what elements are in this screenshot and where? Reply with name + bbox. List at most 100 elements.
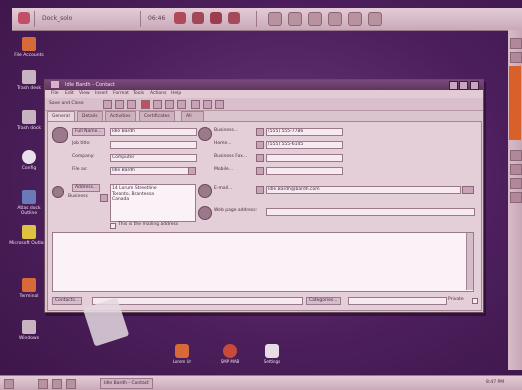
categories-field[interactable] <box>348 297 447 305</box>
business-phone-dropdown-icon[interactable] <box>256 128 264 136</box>
attach-icon[interactable] <box>127 100 136 109</box>
folder-icon[interactable] <box>210 12 222 24</box>
panel-icon[interactable] <box>510 38 522 49</box>
menu-edit[interactable]: Edit <box>65 90 74 98</box>
contacts-field[interactable] <box>92 297 303 305</box>
desktop-icon-windows[interactable]: Windows <box>9 320 49 341</box>
taskbar-item[interactable]: Idle Bardh - Contact <box>100 378 153 389</box>
save-icon[interactable] <box>103 100 112 109</box>
business-fax-field[interactable] <box>266 154 343 162</box>
next-icon[interactable] <box>203 100 212 109</box>
save-and-close-button[interactable]: Save and Close <box>49 101 84 107</box>
panel-icon[interactable] <box>510 178 522 189</box>
desktop-icon-outlook[interactable]: Microsoft Outlook <box>9 225 49 246</box>
menu-file[interactable]: File <box>51 90 59 98</box>
edit-icon[interactable] <box>348 12 362 26</box>
mobile-phone-dropdown-icon[interactable] <box>256 167 264 175</box>
menu-tools[interactable]: Tools <box>133 90 144 98</box>
panel-icon[interactable] <box>510 52 522 63</box>
forward-icon[interactable] <box>328 12 342 26</box>
app-icon <box>175 344 189 358</box>
address-type-dropdown-icon[interactable] <box>100 194 108 202</box>
business-phone-field[interactable]: (555) 555-7786 <box>266 128 343 136</box>
email-browse-icon[interactable] <box>462 186 474 194</box>
workspace-icon[interactable] <box>52 379 62 389</box>
notes-area[interactable] <box>52 232 474 292</box>
menu-icon[interactable] <box>18 12 30 24</box>
address-box[interactable]: 14 Lorum Streetline Toronto, Brantessa C… <box>110 184 196 222</box>
tab-details[interactable]: Details <box>77 111 103 121</box>
full-name-button[interactable]: Full Name... <box>72 128 105 136</box>
trash-icon <box>22 70 36 84</box>
flag-icon[interactable] <box>141 100 150 109</box>
company-field[interactable]: Computer <box>110 154 197 162</box>
contact-photo-icon[interactable] <box>52 127 68 143</box>
notes-scrollbar[interactable] <box>466 233 473 290</box>
network-icon <box>22 190 36 204</box>
email-field[interactable]: Idle.Bardh@bardh.com <box>266 186 461 194</box>
panel-label[interactable]: Dock_solo <box>42 12 72 25</box>
menu-actions[interactable]: Actions <box>150 90 166 98</box>
private-checkbox[interactable] <box>472 298 478 304</box>
menu-help[interactable]: Help <box>171 90 181 98</box>
document-icon[interactable] <box>228 12 240 24</box>
window-titlebar[interactable]: Idle Bardh - Contact <box>45 80 483 90</box>
desktop-icon-accounts[interactable]: File Accounts <box>9 37 49 58</box>
panel-icon[interactable] <box>510 150 522 161</box>
job-title-field[interactable] <box>110 141 197 149</box>
mobile-phone-field[interactable] <box>266 167 343 175</box>
address-book-icon[interactable] <box>52 186 64 198</box>
desktop-icon-trash[interactable]: Trash dock <box>9 110 49 131</box>
tab-certificates[interactable]: Certificates <box>139 111 175 121</box>
cookie-icon[interactable] <box>192 12 204 24</box>
desktop-icon-terminal[interactable]: Terminal <box>9 278 49 299</box>
back-icon[interactable] <box>288 12 302 26</box>
delete-icon[interactable] <box>177 100 186 109</box>
desktop-icon-config[interactable]: Config <box>9 150 49 171</box>
desktop-icon-label: Trash dock <box>16 126 41 131</box>
mailing-address-checkbox[interactable] <box>110 223 116 229</box>
envelope-icon[interactable] <box>153 100 162 109</box>
email-label: E-mail... <box>214 186 233 191</box>
help-icon[interactable] <box>215 100 224 109</box>
minimize-button[interactable] <box>449 81 458 90</box>
gear-icon[interactable] <box>268 12 282 26</box>
file-as-dropdown-icon[interactable] <box>188 167 196 175</box>
home-phone-dropdown-icon[interactable] <box>256 141 264 149</box>
panel-icon[interactable] <box>510 192 522 203</box>
panel-icon[interactable] <box>510 164 522 175</box>
drawer-icon[interactable] <box>509 66 521 140</box>
pointer-icon[interactable] <box>174 12 186 24</box>
print-icon[interactable] <box>115 100 124 109</box>
launcher[interactable]: SMP MAB <box>218 344 242 364</box>
desktop-icon-trash[interactable]: Trash desk <box>9 70 49 91</box>
full-name-field[interactable]: Idle Bardh <box>110 128 197 136</box>
home-phone-field[interactable]: (555) 555-6145 <box>266 141 343 149</box>
workspace-icon[interactable] <box>38 379 48 389</box>
share-icon[interactable] <box>368 12 382 26</box>
workspace-icon[interactable] <box>66 379 76 389</box>
show-desktop-icon[interactable] <box>4 379 14 389</box>
categories-button[interactable]: Categories... <box>306 297 341 305</box>
mailing-address-label: This is the mailing address <box>118 222 179 227</box>
file-as-field[interactable]: Idle Bardh <box>110 167 189 175</box>
desktop-icon-label: Config <box>21 166 37 171</box>
address-button[interactable]: Address... <box>72 184 101 192</box>
menu-view[interactable]: View <box>79 90 90 98</box>
email-dropdown-icon[interactable] <box>256 186 264 194</box>
contacts-button[interactable]: Contacts... <box>52 297 83 305</box>
close-button[interactable] <box>470 81 479 90</box>
tab-all-fields[interactable]: All Fields <box>181 111 204 128</box>
launcher[interactable]: Settings <box>260 344 284 364</box>
previous-icon[interactable] <box>191 100 200 109</box>
launcher[interactable]: Lorem Ur <box>170 344 194 364</box>
tab-activities[interactable]: Activities <box>105 111 136 121</box>
web-page-field[interactable] <box>266 208 475 216</box>
desktop-icon-atlas[interactable]: Atlas dock Outline <box>9 190 49 216</box>
business-fax-dropdown-icon[interactable] <box>256 154 264 162</box>
menu-format[interactable]: Format <box>113 90 129 98</box>
refresh-icon[interactable] <box>308 12 322 26</box>
menu-insert[interactable]: Insert <box>95 90 108 98</box>
calendar-icon[interactable] <box>165 100 174 109</box>
maximize-button[interactable] <box>459 81 468 90</box>
